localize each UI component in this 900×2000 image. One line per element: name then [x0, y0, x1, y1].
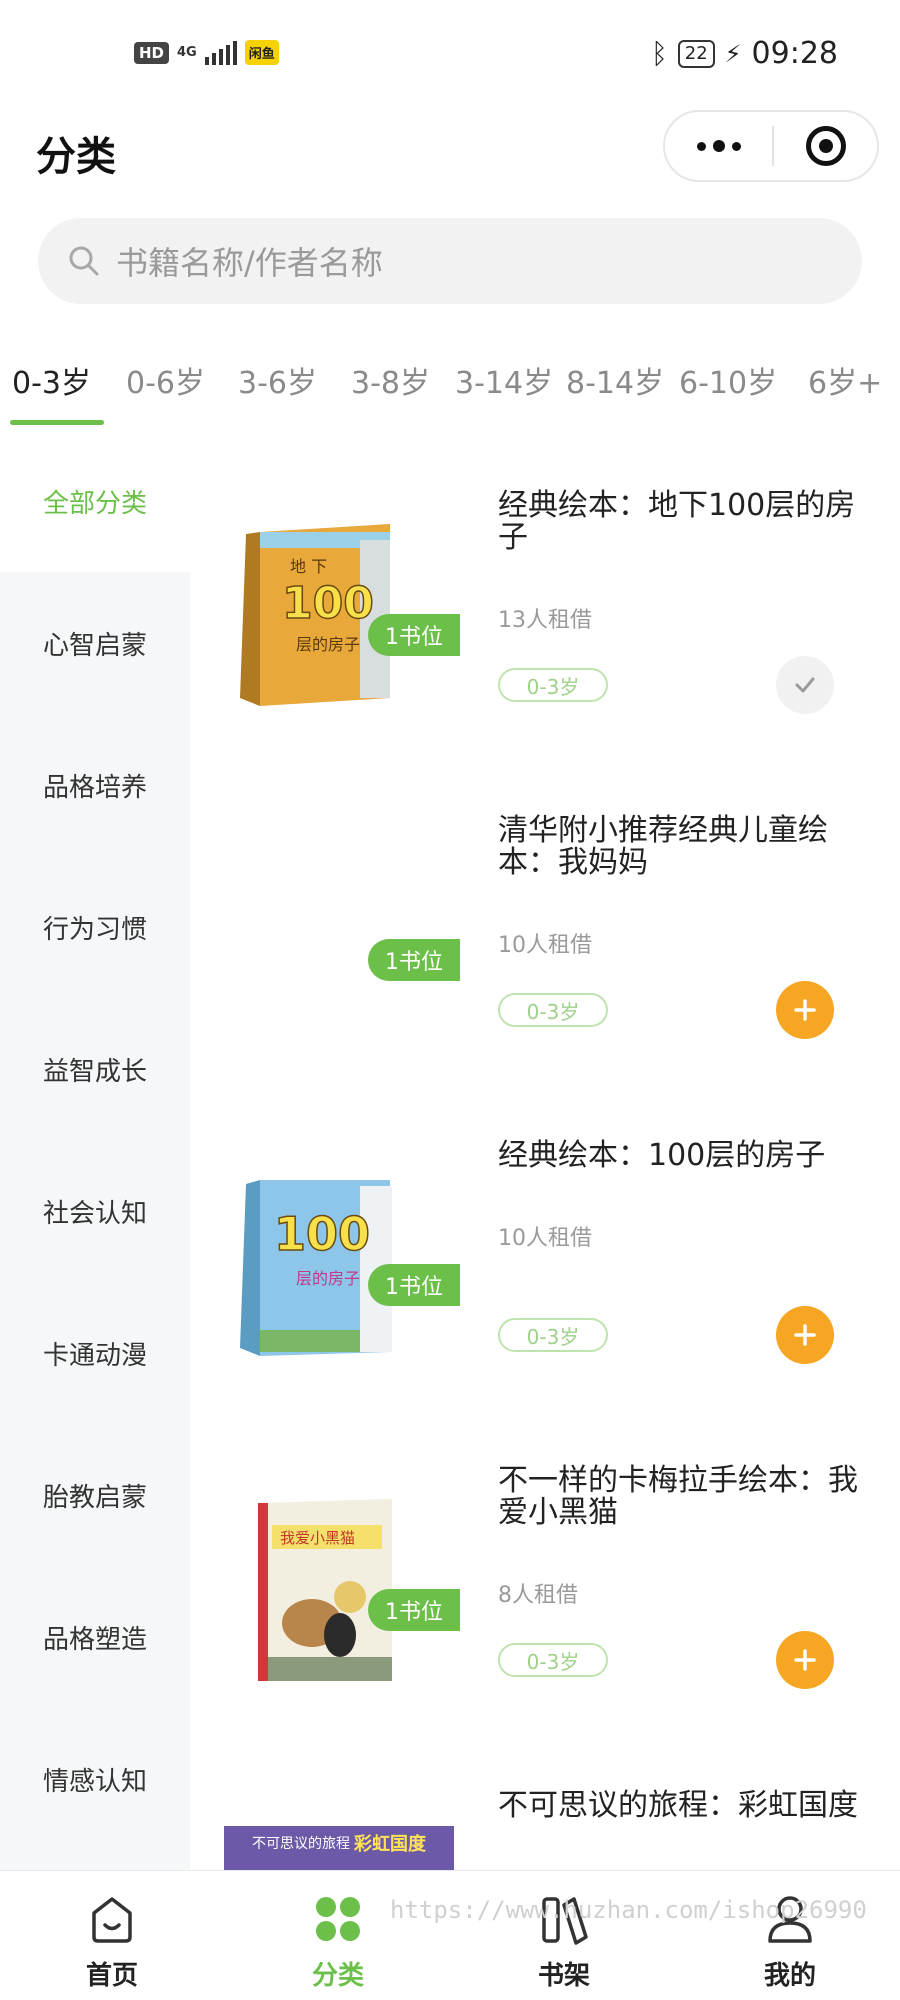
- age-tag: 0-3岁: [498, 1643, 608, 1677]
- category-icon: [316, 1897, 360, 1941]
- app-badge: 闲鱼: [244, 40, 279, 65]
- sidebar-item-character[interactable]: 品格培养: [0, 714, 190, 856]
- nav-label: 书架: [537, 1961, 590, 1991]
- book-title[interactable]: 不一样的卡梅拉手绘本：我爱小黑猫: [498, 1465, 878, 1529]
- bluetooth-icon: ᛒ: [650, 37, 668, 70]
- charging-icon: ⚡: [724, 39, 742, 68]
- rent-count: 10人租借: [498, 933, 592, 958]
- add-to-shelf-button[interactable]: [776, 981, 834, 1039]
- age-tabs: 0-3岁 0-6岁 3-6岁 3-8岁 3-14岁 8-14岁 6-10岁 6岁…: [0, 350, 900, 430]
- book-cover-image[interactable]: 我爱小黑猫: [230, 1485, 410, 1683]
- nav-category[interactable]: 分类: [278, 1891, 398, 1992]
- plus-icon: [794, 999, 816, 1021]
- tab-6-plus[interactable]: 6岁+: [808, 358, 882, 402]
- more-icon: [696, 141, 706, 151]
- bookslot-badge: 1书位: [368, 1589, 460, 1631]
- watermark-text: https://www.huzhan.com/ishop26990: [390, 1896, 867, 1924]
- book-title[interactable]: 不可思议的旅程：彩虹国度: [498, 1790, 878, 1822]
- bookslot-badge: 1书位: [368, 939, 460, 981]
- check-icon: [795, 677, 815, 693]
- book-cover-image[interactable]: [230, 835, 410, 1033]
- category-sidebar: 全部分类 心智启蒙 品格培养 行为习惯 益智成长 社会认知 卡通动漫 胎教启蒙 …: [0, 430, 190, 1870]
- status-left: HD 4G 闲鱼: [134, 40, 279, 65]
- status-time: 09:28: [751, 36, 838, 71]
- tab-3-8[interactable]: 3-8岁: [351, 358, 430, 402]
- svg-text:我爱小黑猫: 我爱小黑猫: [280, 1529, 355, 1547]
- network-label: 4G: [177, 44, 197, 60]
- plus-icon: [794, 1649, 816, 1671]
- sidebar-item-cartoon[interactable]: 卡通动漫: [0, 1282, 190, 1424]
- book-cover-image[interactable]: 不可思议的旅程 彩虹国度: [224, 1826, 454, 1870]
- book-title[interactable]: 经典绘本：100层的房子: [498, 1140, 878, 1172]
- sidebar-item-mind[interactable]: 心智启蒙: [0, 572, 190, 714]
- age-tag: 0-3岁: [498, 1318, 608, 1352]
- plus-icon: [794, 1324, 816, 1346]
- sidebar-item-emotion[interactable]: 情感认知: [0, 1708, 190, 1850]
- rent-count: 8人租借: [498, 1583, 578, 1608]
- svg-text:100: 100: [282, 578, 374, 629]
- page-header: 分类: [0, 110, 900, 206]
- svg-text:100: 100: [274, 1207, 370, 1261]
- svg-text:层的房子: 层的房子: [296, 1269, 360, 1288]
- mini-program-capsule: [663, 110, 879, 182]
- nav-home[interactable]: 首页: [52, 1891, 172, 1992]
- tab-8-14[interactable]: 8-14岁: [566, 358, 664, 402]
- tab-active-indicator: [10, 420, 104, 425]
- book-cover-image[interactable]: 100 层的房子: [230, 1160, 410, 1358]
- search-placeholder: 书籍名称/作者名称: [116, 244, 383, 282]
- book-title[interactable]: 清华附小推荐经典儿童绘本：我妈妈: [498, 815, 878, 879]
- rent-count: 10人租借: [498, 1226, 592, 1251]
- bookslot-badge: 1书位: [368, 614, 460, 656]
- status-bar: HD 4G 闲鱼 ᛒ 22 ⚡ 09:28: [0, 0, 900, 110]
- search-icon: [69, 246, 99, 276]
- tab-3-14[interactable]: 3-14岁: [455, 358, 553, 402]
- hd-icon: HD: [134, 41, 170, 64]
- add-to-shelf-button[interactable]: [776, 1631, 834, 1689]
- nav-label: 首页: [85, 1961, 138, 1991]
- close-capsule-button[interactable]: [774, 126, 877, 166]
- added-check-button[interactable]: [776, 656, 834, 714]
- nav-label: 我的: [763, 1961, 816, 1991]
- tab-0-3[interactable]: 0-3岁: [12, 358, 91, 402]
- sidebar-item-puzzle[interactable]: 益智成长: [0, 998, 190, 1140]
- signal-icon: [204, 40, 237, 65]
- nav-label: 分类: [311, 1961, 364, 1991]
- book-title[interactable]: 经典绘本：地下100层的房子: [498, 490, 878, 554]
- sidebar-item-all[interactable]: 全部分类: [0, 430, 190, 572]
- battery-icon: 22: [677, 39, 715, 68]
- book-item[interactable]: 1书位 清华附小推荐经典儿童绘本：我妈妈 10人租借 0-3岁: [190, 795, 900, 1120]
- rent-count: 13人租借: [498, 608, 592, 633]
- sidebar-item-society[interactable]: 社会认知: [0, 1140, 190, 1282]
- svg-text:层的房子: 层的房子: [296, 635, 360, 654]
- tab-0-6[interactable]: 0-6岁: [126, 358, 205, 402]
- svg-text:彩虹国度: 彩虹国度: [353, 1833, 427, 1855]
- book-cover-image[interactable]: 地 下 100 层的房子: [230, 510, 410, 708]
- book-item[interactable]: 100 层的房子 1书位 经典绘本：100层的房子 10人租借 0-3岁: [190, 1120, 900, 1445]
- home-icon: [92, 1897, 132, 1943]
- age-tag: 0-3岁: [498, 993, 608, 1027]
- svg-text:地 下: 地 下: [290, 557, 327, 576]
- book-item[interactable]: 地 下 100 层的房子 1书位 经典绘本：地下100层的房子 13人租借 0-…: [190, 470, 900, 795]
- target-icon: [805, 126, 846, 166]
- page-title: 分类: [36, 134, 116, 180]
- status-right: ᛒ 22 ⚡ 09:28: [651, 36, 838, 71]
- tab-3-6[interactable]: 3-6岁: [238, 358, 317, 402]
- add-to-shelf-button[interactable]: [776, 1306, 834, 1364]
- svg-text:不可思议的旅程: 不可思议的旅程: [252, 1836, 350, 1852]
- sidebar-item-shaping[interactable]: 品格塑造: [0, 1566, 190, 1708]
- book-item[interactable]: 我爱小黑猫 1书位 不一样的卡梅拉手绘本：我爱小黑猫 8人租借 0-3岁: [190, 1445, 900, 1770]
- sidebar-item-behavior[interactable]: 行为习惯: [0, 856, 190, 998]
- tab-6-10[interactable]: 6-10岁: [679, 358, 777, 402]
- search-input[interactable]: 书籍名称/作者名称: [38, 218, 862, 304]
- more-menu-button[interactable]: [665, 112, 772, 180]
- bookslot-badge: 1书位: [368, 1264, 460, 1306]
- sidebar-item-prenatal[interactable]: 胎教启蒙: [0, 1424, 190, 1566]
- bottom-nav: 首页 分类 书架 我的: [0, 1870, 900, 2000]
- age-tag: 0-3岁: [498, 668, 608, 702]
- book-item[interactable]: 不可思议的旅程 彩虹国度 不可思议的旅程：彩虹国度: [190, 1770, 900, 1870]
